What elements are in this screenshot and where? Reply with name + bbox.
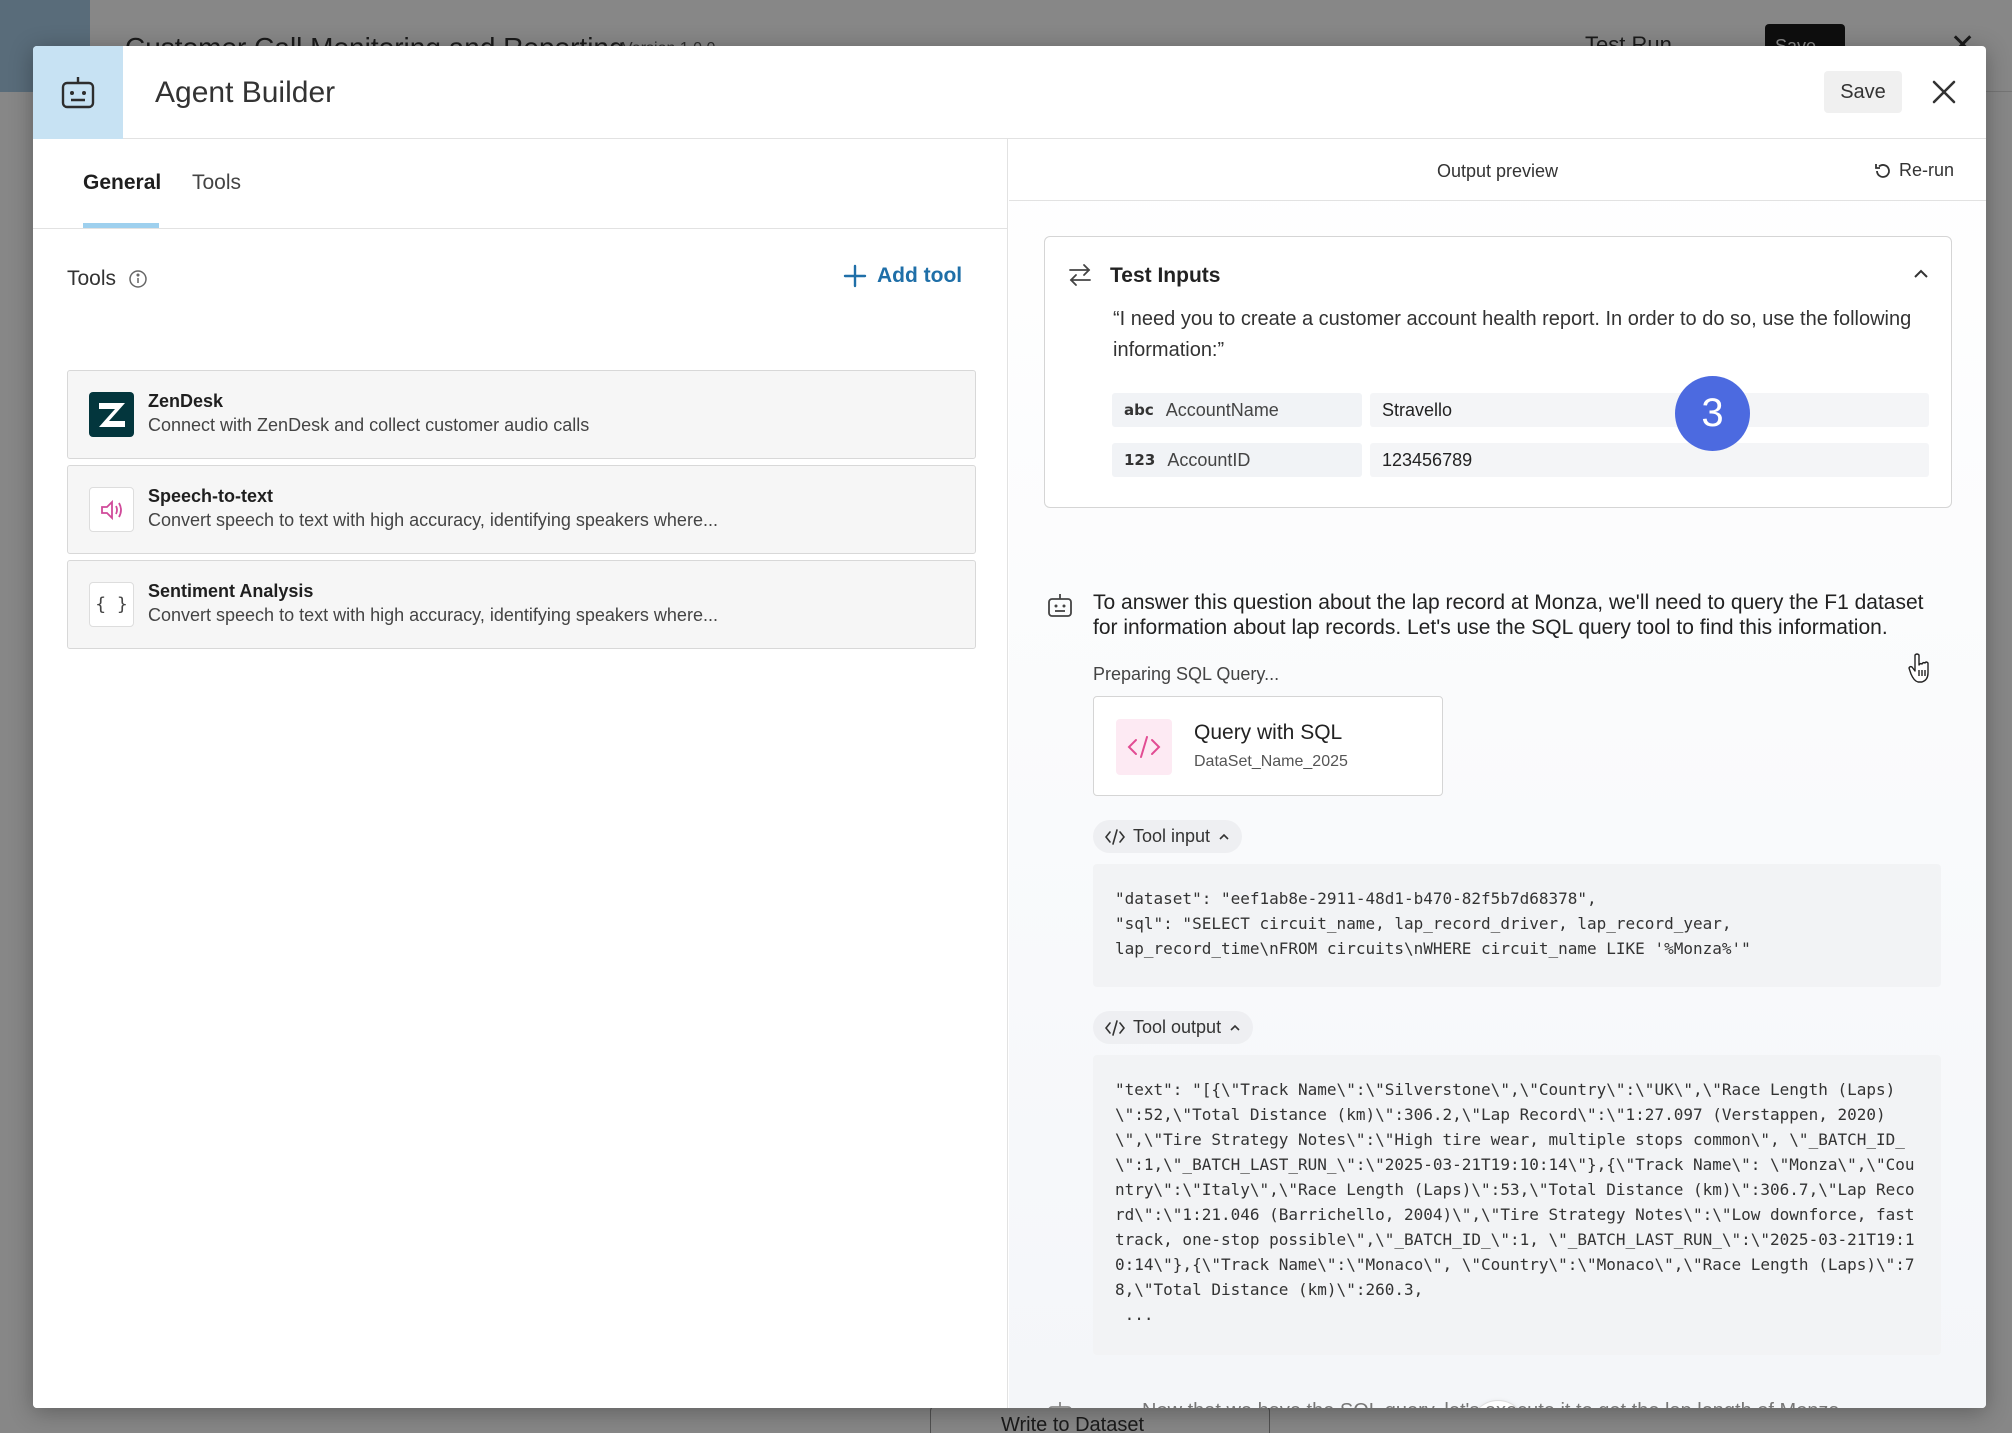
agent-robot-icon [1046,592,1074,625]
tool-card-zendesk[interactable]: ZenDesk Connect with ZenDesk and collect… [67,370,976,459]
tool-output-label: Tool output [1133,1017,1222,1037]
status-text: Preparing SQL Query... [1093,664,1280,684]
plus-icon [843,264,867,288]
output-preview-panel[interactable]: Output preview Re-run Test Inputs “I nee… [1009,139,1986,1408]
step-badge: 3 [1675,376,1750,451]
tools-section-label: Tools [67,267,117,290]
agent-robot-icon [1046,1400,1074,1408]
swap-arrows-icon [1067,262,1093,293]
code-icon [1105,828,1125,845]
test-input-key: 123 AccountID [1112,443,1362,477]
refresh-icon [1875,163,1890,178]
tab-bar: General Tools [33,139,1008,229]
output-preview-title: Output preview [1436,161,1559,181]
agent-message: To answer this question about the lap re… [1093,591,1924,639]
add-tool-button[interactable]: Add tool [843,264,962,288]
test-input-row: abc AccountName Stravello [1112,393,1929,427]
add-tool-label: Add tool [877,264,963,287]
test-input-row: 123 AccountID 123456789 [1112,443,1929,477]
agent-builder-modal: Agent Builder Save General Tools Tools A… [33,46,1986,1408]
hand-cursor-icon [1906,652,1934,689]
modal-title: Agent Builder [155,76,336,109]
info-icon[interactable] [128,269,148,294]
close-icon[interactable] [1926,74,1962,110]
test-inputs-card: Test Inputs “I need you to create a cust… [1044,236,1952,508]
tab-general[interactable]: General [83,171,161,195]
rerun-label: Re-run [1899,160,1955,180]
robot-icon [33,46,123,139]
tool-input-label: Tool input [1133,826,1211,846]
braces-icon: { } [89,582,134,627]
tool-card-sentiment-analysis[interactable]: { } Sentiment Analysis Convert speech to… [67,560,976,649]
code-icon [1105,1019,1125,1036]
test-input-key-label: AccountID [1167,449,1251,470]
zendesk-logo-icon [89,392,134,437]
output-preview-header: Output preview Re-run [1009,139,1986,201]
test-input-key: abc AccountName [1112,393,1362,427]
test-input-key-label: AccountName [1165,399,1279,420]
number-type-icon: 123 [1124,451,1156,469]
tool-name: Sentiment Analysis [148,581,314,601]
test-input-value[interactable]: 123456789 [1370,443,1929,477]
query-with-sql-card[interactable]: Query with SQL DataSet_Name_2025 [1093,696,1443,796]
tool-input-code: "dataset": "eef1ab8e-2911-48d1-b470-82f5… [1093,864,1941,987]
chevron-up-icon [1230,1024,1240,1031]
tool-name: Speech-to-text [148,486,274,506]
test-input-value[interactable]: Stravello [1370,393,1929,427]
tool-output-code: "text": "[{\"Track Name\":\"Silverstone\… [1093,1055,1941,1355]
speaker-icon [89,487,134,532]
chevron-up-icon[interactable] [1913,267,1929,285]
tool-output-toggle[interactable]: Tool output [1093,1011,1254,1044]
tool-name: ZenDesk [148,391,224,411]
tool-card-speech-to-text[interactable]: Speech-to-text Convert speech to text wi… [67,465,976,554]
tab-tools[interactable]: Tools [192,171,241,195]
rerun-button[interactable]: Re-run [1873,160,1954,181]
active-tab-indicator [83,223,159,228]
tool-description: Connect with ZenDesk and collect custome… [148,415,590,435]
tool-description: Convert speech to text with high accurac… [148,510,718,530]
sql-card-subtitle: DataSet_Name_2025 [1194,753,1348,770]
modal-header: Agent Builder Save [33,46,1986,139]
test-inputs-title: Test Inputs [1110,264,1221,287]
sql-card-title: Query with SQL [1194,721,1343,744]
text-type-icon: abc [1124,401,1154,419]
code-icon [1116,719,1172,775]
test-input-prompt: “I need you to create a customer account… [1113,308,1912,361]
chevron-up-icon [1219,833,1229,840]
configuration-panel: General Tools Tools Add tool ZenDesk Con… [33,139,1008,1408]
agent-next-message: Now that we have the SQL query, let's ex… [1142,1400,1845,1408]
tool-description: Convert speech to text with high accurac… [148,605,718,625]
tool-input-toggle[interactable]: Tool input [1093,820,1243,853]
save-button[interactable]: Save [1824,71,1902,113]
